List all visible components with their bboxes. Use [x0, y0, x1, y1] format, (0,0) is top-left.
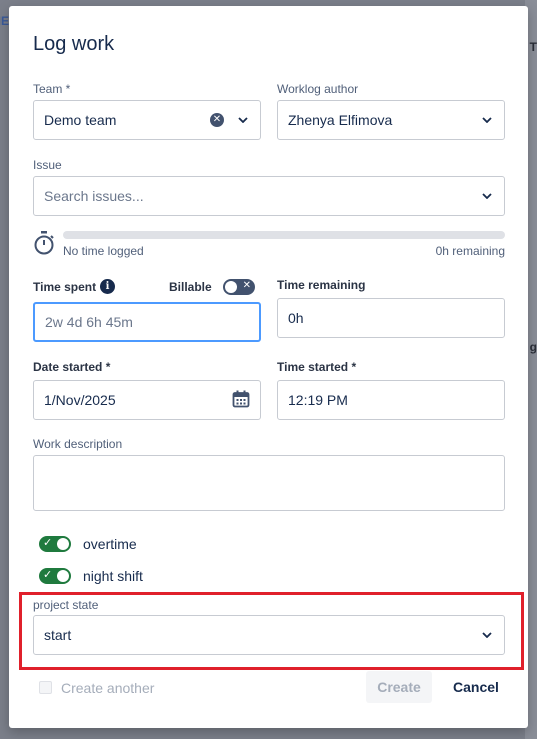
- work-description-textarea[interactable]: [33, 455, 505, 511]
- work-description-label: Work description: [33, 437, 123, 451]
- check-icon: ✓: [43, 537, 53, 549]
- time-spent-placeholder: 2w 4d 6h 45m: [45, 314, 133, 330]
- chevron-down-icon: [480, 628, 494, 642]
- overtime-toggle[interactable]: ✓: [39, 536, 71, 552]
- chevron-down-icon: [480, 113, 494, 127]
- backdrop-text: T: [529, 40, 537, 54]
- overtime-label: overtime: [83, 536, 137, 552]
- toggle-knob: [57, 570, 69, 582]
- night-shift-label: night shift: [83, 568, 143, 584]
- close-icon: ✕: [242, 280, 251, 291]
- create-button[interactable]: Create: [366, 671, 432, 703]
- date-started-label: Date started *: [33, 360, 111, 374]
- log-work-dialog: Log work Team * Demo team ✕ Worklog auth…: [9, 6, 528, 728]
- calendar-icon[interactable]: [232, 390, 250, 411]
- issue-placeholder: Search issues...: [44, 188, 144, 204]
- time-spent-input[interactable]: 2w 4d 6h 45m: [33, 302, 261, 342]
- time-remaining-input[interactable]: 0h: [277, 298, 505, 338]
- author-value: Zhenya Elfimova: [288, 112, 393, 128]
- toggle-knob: [225, 281, 237, 293]
- toggle-knob: [57, 538, 69, 550]
- cancel-button[interactable]: Cancel: [441, 671, 511, 703]
- backdrop-text: IE: [0, 14, 9, 28]
- project-state-value: start: [44, 627, 72, 643]
- issue-search[interactable]: Search issues...: [33, 176, 505, 216]
- stopwatch-icon: [33, 231, 55, 260]
- time-started-input[interactable]: 12:19 PM: [277, 380, 505, 420]
- backdrop-text: g: [529, 340, 537, 354]
- time-remaining-text: 0h remaining: [435, 244, 505, 258]
- create-another-checkbox[interactable]: [39, 681, 52, 694]
- date-started-value: 1/Nov/2025: [44, 392, 116, 408]
- team-select[interactable]: Demo team ✕: [33, 100, 261, 140]
- time-started-value: 12:19 PM: [288, 392, 348, 408]
- time-logged-text: No time logged: [63, 244, 144, 258]
- chevron-down-icon: [480, 189, 494, 203]
- time-remaining-label: Time remaining: [277, 278, 366, 292]
- time-tracking-bar: [63, 231, 505, 239]
- check-icon: ✓: [43, 569, 53, 581]
- billable-label: Billable: [169, 280, 212, 294]
- project-state-label: project state: [33, 598, 99, 612]
- author-label: Worklog author: [277, 82, 359, 96]
- time-spent-label: Time spent: [33, 280, 97, 294]
- project-state-select[interactable]: start: [33, 615, 505, 655]
- team-value: Demo team: [44, 112, 117, 128]
- info-icon[interactable]: i: [100, 279, 115, 294]
- author-select[interactable]: Zhenya Elfimova: [277, 100, 505, 140]
- create-another-label: Create another: [61, 680, 155, 696]
- issue-label: Issue: [33, 158, 62, 172]
- time-started-label: Time started *: [277, 360, 357, 374]
- night-shift-toggle[interactable]: ✓: [39, 568, 71, 584]
- date-started-input[interactable]: 1/Nov/2025: [33, 380, 261, 420]
- team-label: Team *: [33, 82, 71, 96]
- dialog-title: Log work: [33, 33, 115, 55]
- billable-toggle[interactable]: ✕: [223, 279, 255, 295]
- chevron-down-icon: [236, 113, 250, 127]
- time-remaining-value: 0h: [288, 310, 304, 326]
- clear-icon[interactable]: ✕: [210, 113, 224, 127]
